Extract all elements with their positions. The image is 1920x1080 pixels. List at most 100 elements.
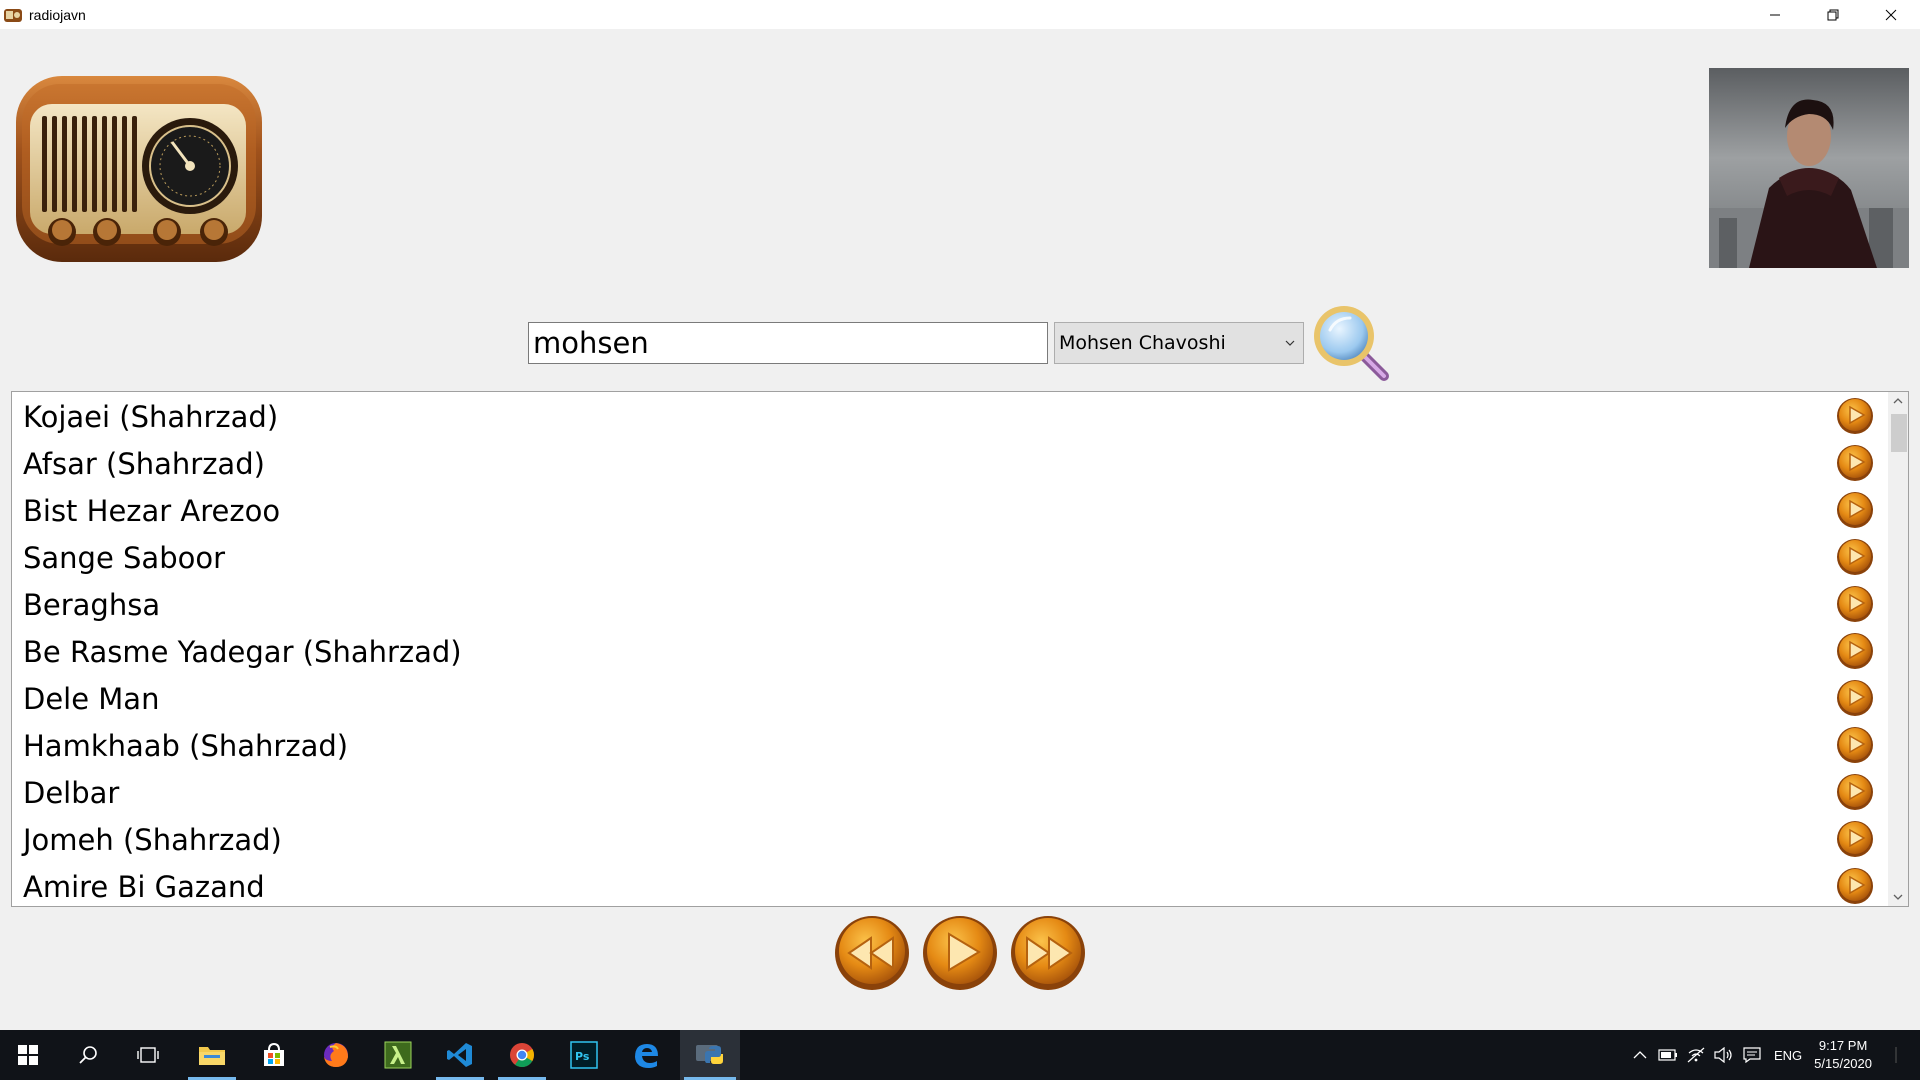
song-title: Amire Bi Gazand: [23, 869, 265, 904]
python-app-button[interactable]: [680, 1030, 740, 1080]
song-play-button[interactable]: [1836, 820, 1874, 858]
chrome-button[interactable]: [494, 1030, 550, 1080]
song-row[interactable]: Jomeh (Shahrzad): [12, 816, 1888, 863]
clock[interactable]: 9:17 PM 5/15/2020: [1814, 1037, 1872, 1073]
photoshop-icon: Ps: [570, 1041, 598, 1069]
song-title: Afsar (Shahrzad): [23, 446, 265, 481]
file-explorer-button[interactable]: [184, 1030, 240, 1080]
song-row[interactable]: Kojaei (Shahrzad): [12, 393, 1888, 440]
song-row[interactable]: Be Rasme Yadegar (Shahrzad): [12, 628, 1888, 675]
folder-icon: [199, 1047, 225, 1065]
title-bar: radiojavn: [0, 0, 1920, 29]
artist-select[interactable]: Mohsen Chavoshi: [1054, 322, 1304, 364]
notification-icon: [1895, 1047, 1897, 1063]
song-row[interactable]: Beraghsa: [12, 581, 1888, 628]
window-title: radiojavn: [29, 6, 86, 23]
start-button[interactable]: [0, 1030, 56, 1080]
lambda-icon: [384, 1041, 412, 1069]
song-title: Jomeh (Shahrzad): [23, 822, 282, 857]
song-row[interactable]: Dele Man: [12, 675, 1888, 722]
system-tray: ENG 9:17 PM 5/15/2020: [1626, 1030, 1920, 1080]
song-row[interactable]: Sange Saboor: [12, 534, 1888, 581]
python-icon: [696, 1045, 723, 1064]
minimize-button[interactable]: [1746, 0, 1804, 29]
song-play-button[interactable]: [1836, 679, 1874, 717]
song-row[interactable]: Bist Hezar Arezoo: [12, 487, 1888, 534]
taskbar: Ps ENG 9:17 PM 5/15/2020: [0, 1030, 1920, 1080]
song-title: Kojaei (Shahrzad): [23, 399, 279, 434]
task-view-icon: [137, 1047, 159, 1063]
song-play-button[interactable]: [1836, 444, 1874, 482]
search-input[interactable]: [528, 322, 1048, 364]
windows-icon: [18, 1045, 38, 1065]
scroll-down-button[interactable]: [1888, 888, 1908, 906]
song-play-button[interactable]: [1836, 491, 1874, 529]
magnifier-icon: [1314, 306, 1389, 381]
action-center-button[interactable]: [1738, 1030, 1766, 1080]
photoshop-button[interactable]: Ps: [556, 1030, 612, 1080]
search-icon: [79, 1046, 97, 1064]
lambda-app-button[interactable]: [370, 1030, 426, 1080]
task-view-button[interactable]: [120, 1030, 176, 1080]
battery-button[interactable]: [1654, 1030, 1682, 1080]
notification-button[interactable]: [1884, 1030, 1920, 1080]
battery-icon: [1658, 1049, 1677, 1061]
firefox-icon: [324, 1043, 348, 1067]
volume-button[interactable]: [1710, 1030, 1738, 1080]
message-icon: [1743, 1047, 1761, 1063]
song-play-button[interactable]: [1836, 538, 1874, 576]
taskbar-search-button[interactable]: [60, 1030, 116, 1080]
artist-photo: [1709, 68, 1909, 268]
chevron-down-icon: [1893, 894, 1903, 900]
song-title: Dele Man: [23, 681, 160, 716]
song-play-button[interactable]: [1836, 867, 1874, 905]
song-play-button[interactable]: [1836, 726, 1874, 764]
song-row[interactable]: Hamkhaab (Shahrzad): [12, 722, 1888, 769]
store-icon: [264, 1042, 284, 1066]
clock-time: 9:17 PM: [1818, 1038, 1868, 1053]
song-title: Beraghsa: [23, 587, 161, 622]
network-button[interactable]: [1682, 1030, 1710, 1080]
radio-app-icon: [4, 8, 22, 22]
language-indicator[interactable]: ENG: [1774, 1048, 1802, 1063]
song-play-button[interactable]: [1836, 632, 1874, 670]
song-title: Bist Hezar Arezoo: [23, 493, 281, 528]
song-row[interactable]: Delbar: [12, 769, 1888, 816]
songs-list[interactable]: Kojaei (Shahrzad) Afsar (Shahrzad) Bist He…: [11, 391, 1909, 907]
search-button[interactable]: [1308, 300, 1392, 384]
play-button[interactable]: [921, 914, 999, 992]
scroll-up-button[interactable]: [1888, 392, 1908, 410]
firefox-button[interactable]: [308, 1030, 364, 1080]
store-button[interactable]: [246, 1030, 302, 1080]
next-button[interactable]: [1009, 914, 1087, 992]
vertical-scrollbar[interactable]: [1888, 392, 1908, 906]
restore-icon: [1827, 9, 1839, 20]
artist-select-value: Mohsen Chavoshi: [1059, 332, 1226, 354]
vscode-button[interactable]: [432, 1030, 488, 1080]
previous-button[interactable]: [833, 914, 911, 992]
wifi-icon: [1687, 1047, 1705, 1063]
song-play-button[interactable]: [1836, 773, 1874, 811]
minimize-icon: [1770, 14, 1780, 15]
chevron-up-icon: [1633, 1051, 1647, 1059]
song-row[interactable]: Afsar (Shahrzad): [12, 440, 1888, 487]
song-row[interactable]: Amire Bi Gazand: [12, 863, 1888, 906]
song-play-button[interactable]: [1836, 397, 1874, 435]
radio-logo: [16, 76, 262, 262]
scroll-thumb[interactable]: [1891, 414, 1907, 452]
edge-button[interactable]: [618, 1030, 674, 1080]
edge-icon: [635, 1044, 658, 1068]
chevron-down-icon: [1285, 340, 1295, 346]
song-title: Be Rasme Yadegar (Shahrzad): [23, 634, 462, 669]
show-hidden-icons-button[interactable]: [1626, 1030, 1654, 1080]
close-icon: [1885, 9, 1897, 20]
song-play-button[interactable]: [1836, 585, 1874, 623]
close-button[interactable]: [1862, 0, 1920, 29]
speaker-icon: [1714, 1047, 1732, 1063]
chevron-up-icon: [1893, 398, 1903, 404]
clock-date: 5/15/2020: [1814, 1056, 1872, 1071]
chrome-icon: [510, 1043, 534, 1068]
svg-text:Ps: Ps: [575, 1050, 590, 1063]
vscode-icon: [447, 1043, 472, 1067]
restore-button[interactable]: [1804, 0, 1862, 29]
